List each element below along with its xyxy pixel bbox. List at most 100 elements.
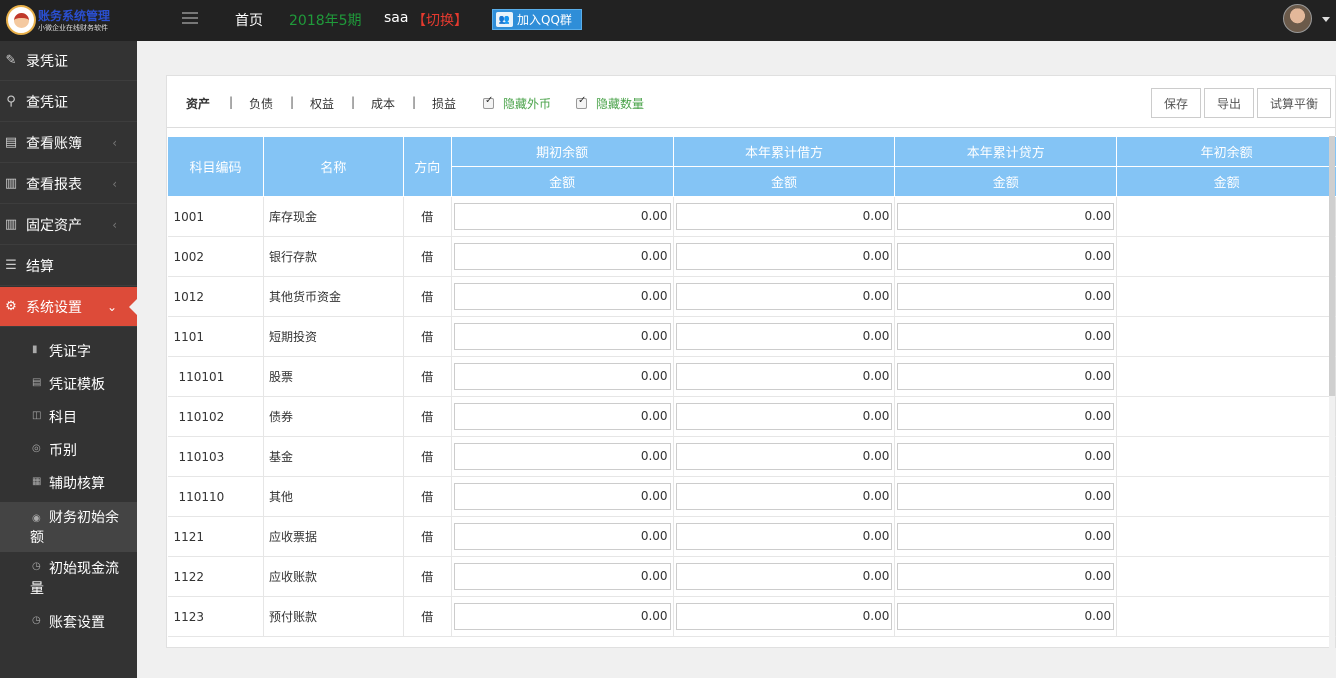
sidebar-subitem-auxiliary[interactable]: ▦ 辅助核算 <box>0 474 137 496</box>
ytd-debit-input[interactable]: 0.00 <box>675 563 893 590</box>
sidebar-subitem-account-set[interactable]: ◷ 账套设置 <box>0 613 137 635</box>
account-name: 银行存款 <box>263 236 404 277</box>
ytd-debit-input[interactable]: 0.00 <box>675 443 893 470</box>
sidebar-item-ledgers[interactable]: ▤ 查看账簿 ‹ <box>0 123 137 163</box>
opening-balance-input[interactable]: 0.00 <box>453 603 671 630</box>
account-name: 预付账款 <box>263 596 404 637</box>
sidebar-subitem-currency[interactable]: ◎ 币别 <box>0 441 137 463</box>
scrollbar-thumb[interactable] <box>1329 136 1335 396</box>
ytd-credit-input[interactable]: 0.00 <box>897 443 1115 470</box>
tab-equity[interactable]: 权益 <box>310 95 334 112</box>
sidebar-subitem-voucher-word[interactable]: ▮ 凭证字 <box>0 342 137 364</box>
ytd-debit-input[interactable]: 0.00 <box>675 403 893 430</box>
tab-liabilities[interactable]: 负债 <box>249 95 273 112</box>
opening-balance-cell: 0.00 <box>451 236 674 277</box>
ytd-credit-input[interactable]: 0.00 <box>897 603 1115 630</box>
year-start-balance-cell <box>1116 276 1336 317</box>
ytd-debit-input[interactable]: 0.00 <box>675 363 893 390</box>
sidebar-subitem-initial-balance[interactable]: ◉ 财务初始余额 <box>0 502 137 552</box>
hide-foreign-currency-checkbox[interactable]: 隐藏外币 <box>483 95 551 112</box>
logo[interactable]: 账务系统管理 小微企业在线财务软件 <box>6 4 136 36</box>
account-code: 110101 <box>167 356 264 397</box>
opening-balance-input[interactable]: 0.00 <box>453 563 671 590</box>
account-code: 110103 <box>167 436 264 477</box>
ytd-credit-input[interactable]: 0.00 <box>897 283 1115 310</box>
clock-icon: ◷ <box>32 615 41 626</box>
chevron-down-icon[interactable] <box>1322 17 1330 22</box>
ytd-debit-cell: 0.00 <box>673 476 896 517</box>
save-button[interactable]: 保存 <box>1151 88 1201 118</box>
edit-icon: ✎ <box>5 53 17 68</box>
chart-icon: ▥ <box>4 217 18 232</box>
year-start-balance-cell <box>1116 196 1336 237</box>
ytd-debit-input[interactable]: 0.00 <box>675 523 893 550</box>
switch-account-link[interactable]: 【切换】 <box>412 10 468 30</box>
sidebar-item-settlement[interactable]: ☰ 结算 <box>0 246 137 286</box>
sidebar-item-system-settings[interactable]: ⚙ 系统设置 ⌄ <box>0 287 137 327</box>
sidebar-item-label: 查看账簿 <box>26 135 82 152</box>
ytd-credit-input[interactable]: 0.00 <box>897 403 1115 430</box>
balance-direction: 借 <box>403 436 452 477</box>
trial-balance-button[interactable]: 试算平衡 <box>1257 88 1331 118</box>
sidebar-item-fixed-assets[interactable]: ▥ 固定资产 ‹ <box>0 205 137 245</box>
tab-assets[interactable]: 资产 <box>186 95 210 112</box>
sidebar-item-record-voucher[interactable]: ✎ 录凭证 <box>0 41 137 81</box>
sidebar: ✎ 录凭证 ⚲ 查凭证 ▤ 查看账簿 ‹ ▥ 查看报表 ‹ ▥ 固定资产 ‹ ☰… <box>0 41 137 678</box>
nav-home-link[interactable]: 首页 <box>235 10 263 30</box>
year-start-balance-cell <box>1116 516 1336 557</box>
sidebar-item-reports[interactable]: ▥ 查看报表 ‹ <box>0 164 137 204</box>
opening-balance-input[interactable]: 0.00 <box>453 363 671 390</box>
opening-balance-input[interactable]: 0.00 <box>453 523 671 550</box>
ytd-debit-cell: 0.00 <box>673 316 896 357</box>
tab-profit-loss[interactable]: 损益 <box>432 95 456 112</box>
ytd-credit-input[interactable]: 0.00 <box>897 323 1115 350</box>
opening-balance-input[interactable]: 0.00 <box>453 443 671 470</box>
avatar[interactable] <box>1283 4 1312 33</box>
hamburger-menu-icon[interactable] <box>182 12 198 26</box>
ytd-credit-cell: 0.00 <box>894 596 1118 637</box>
opening-balance-input[interactable]: 0.00 <box>453 403 671 430</box>
ytd-credit-input[interactable]: 0.00 <box>897 363 1115 390</box>
year-start-balance-cell <box>1116 476 1336 517</box>
opening-balance-cell: 0.00 <box>451 276 674 317</box>
ytd-debit-input[interactable]: 0.00 <box>675 243 893 270</box>
balance-direction: 借 <box>403 396 452 437</box>
initial-balance-panel: 资产 | 负债 | 权益 | 成本 | 损益 隐藏外币 隐藏数量 保存 导出 试… <box>166 75 1336 648</box>
tab-cost[interactable]: 成本 <box>371 95 395 112</box>
opening-balance-cell: 0.00 <box>451 516 674 557</box>
opening-balance-input[interactable]: 0.00 <box>453 483 671 510</box>
balance-direction: 借 <box>403 356 452 397</box>
hide-quantity-checkbox[interactable]: 隐藏数量 <box>576 95 644 112</box>
ytd-credit-cell: 0.00 <box>894 516 1118 557</box>
ytd-credit-input[interactable]: 0.00 <box>897 243 1115 270</box>
table-row: 1101 短期投资借 0.00 0.00 0.00 <box>167 316 1336 357</box>
opening-balance-input[interactable]: 0.00 <box>453 323 671 350</box>
opening-balance-input[interactable]: 0.00 <box>453 203 671 230</box>
doc-icon: ▤ <box>32 377 42 388</box>
gear-icon: ⚙ <box>5 299 17 314</box>
ytd-debit-input[interactable]: 0.00 <box>675 483 893 510</box>
ytd-debit-input[interactable]: 0.00 <box>675 203 893 230</box>
ytd-debit-input[interactable]: 0.00 <box>675 323 893 350</box>
opening-balance-input[interactable]: 0.00 <box>453 283 671 310</box>
sidebar-subitem-label: 账套设置 <box>49 615 105 631</box>
sidebar-item-label: 结算 <box>26 258 54 275</box>
opening-balance-input[interactable]: 0.00 <box>453 243 671 270</box>
ytd-credit-input[interactable]: 0.00 <box>897 563 1115 590</box>
header-ytd-credit: 本年累计贷方 <box>894 136 1118 167</box>
join-qq-group-button[interactable]: 👥 加入QQ群 <box>492 9 582 30</box>
sidebar-item-query-voucher[interactable]: ⚲ 查凭证 <box>0 82 137 122</box>
ytd-credit-input[interactable]: 0.00 <box>897 203 1115 230</box>
sidebar-subitem-label: 凭证模板 <box>49 377 105 393</box>
tab-separator: | <box>412 95 417 109</box>
ytd-credit-input[interactable]: 0.00 <box>897 483 1115 510</box>
ytd-debit-input[interactable]: 0.00 <box>675 283 893 310</box>
ytd-debit-input[interactable]: 0.00 <box>675 603 893 630</box>
export-button[interactable]: 导出 <box>1204 88 1254 118</box>
ytd-debit-cell: 0.00 <box>673 196 896 237</box>
ytd-credit-input[interactable]: 0.00 <box>897 523 1115 550</box>
sidebar-subitem-initial-cashflow[interactable]: ◷ 初始现金流量 <box>0 559 137 603</box>
sidebar-subitem-accounts[interactable]: ◫ 科目 <box>0 408 137 430</box>
vertical-scrollbar[interactable] <box>1329 136 1335 648</box>
sidebar-subitem-voucher-template[interactable]: ▤ 凭证模板 <box>0 375 137 397</box>
